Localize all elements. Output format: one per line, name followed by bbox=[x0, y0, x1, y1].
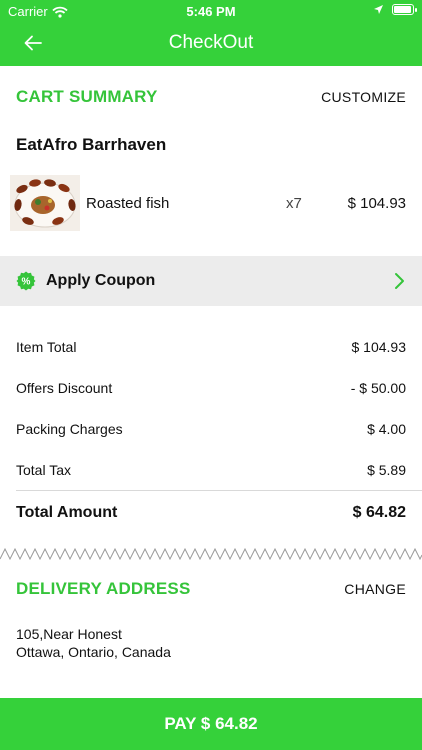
item-quantity: x7 bbox=[286, 194, 302, 212]
bill-row-label: Total Tax bbox=[16, 461, 71, 478]
item-price: $ 104.93 bbox=[347, 194, 406, 212]
pay-button[interactable]: PAY $ 64.82 bbox=[0, 698, 422, 750]
bill-row-value: $ 5.89 bbox=[367, 461, 406, 478]
coupon-percent-icon: % bbox=[16, 271, 36, 291]
bill-row-label: Packing Charges bbox=[16, 420, 123, 437]
delivery-address-title: DELIVERY ADDRESS bbox=[16, 579, 191, 598]
bill-row-packing-charges: Packing Charges $ 4.00 bbox=[16, 408, 406, 449]
delivery-address-header: DELIVERY ADDRESS CHANGE bbox=[16, 578, 406, 600]
status-time: 5:46 PM bbox=[186, 4, 236, 19]
bill-row-value: - $ 50.00 bbox=[350, 379, 406, 396]
item-name: Roasted fish bbox=[86, 194, 170, 212]
status-icons bbox=[373, 4, 417, 15]
dish-image bbox=[10, 175, 80, 231]
bill-row-label: Offers Discount bbox=[16, 379, 113, 396]
battery-fill bbox=[394, 6, 411, 13]
battery-icon bbox=[392, 4, 417, 15]
delivery-address: 105,Near Honest Ottawa, Ontario, Canada bbox=[16, 625, 171, 661]
chevron-right-icon bbox=[395, 273, 404, 289]
bill-row-total-tax: Total Tax $ 5.89 bbox=[16, 449, 406, 490]
status-bar: Carrier 5:46 PM bbox=[0, 0, 422, 22]
page-title: CheckOut bbox=[168, 32, 254, 53]
cart-item: Roasted fish x7 $ 104.93 bbox=[10, 175, 406, 231]
total-amount-label: Total Amount bbox=[16, 504, 118, 521]
bill-row-value: $ 104.93 bbox=[351, 338, 407, 355]
coupon-badge-symbol: % bbox=[22, 277, 31, 288]
bill-details: Item Total $ 104.93 Offers Discount - $ … bbox=[16, 326, 422, 535]
bill-row-offers-discount: Offers Discount - $ 50.00 bbox=[16, 367, 406, 408]
zigzag-divider bbox=[0, 547, 422, 561]
apply-coupon-label: Apply Coupon bbox=[46, 272, 156, 289]
coupon-badge-shape: % bbox=[16, 271, 36, 291]
customize-link[interactable]: CUSTOMIZE bbox=[321, 89, 406, 105]
bill-row-value: $ 4.00 bbox=[367, 420, 406, 437]
item-thumbnail bbox=[10, 175, 80, 231]
app-header: Carrier 5:46 PM CheckOut bbox=[0, 0, 422, 66]
location-arrow-icon bbox=[374, 5, 383, 14]
apply-coupon-row[interactable]: % Apply Coupon bbox=[0, 256, 422, 306]
cart-summary-title: CART SUMMARY bbox=[16, 87, 158, 106]
bill-total-row: Total Amount $ 64.82 bbox=[16, 491, 406, 535]
restaurant-name: EatAfro Barrhaven bbox=[16, 135, 167, 154]
address-line-2: Ottawa, Ontario, Canada bbox=[16, 644, 171, 660]
address-line-1: 105,Near Honest bbox=[16, 626, 122, 642]
bill-row-label: Item Total bbox=[16, 338, 77, 355]
cart-summary-header: CART SUMMARY CUSTOMIZE bbox=[16, 86, 406, 108]
change-address-link[interactable]: CHANGE bbox=[344, 581, 406, 597]
bill-row-item-total: Item Total $ 104.93 bbox=[16, 326, 406, 367]
total-amount-value: $ 64.82 bbox=[352, 504, 406, 521]
